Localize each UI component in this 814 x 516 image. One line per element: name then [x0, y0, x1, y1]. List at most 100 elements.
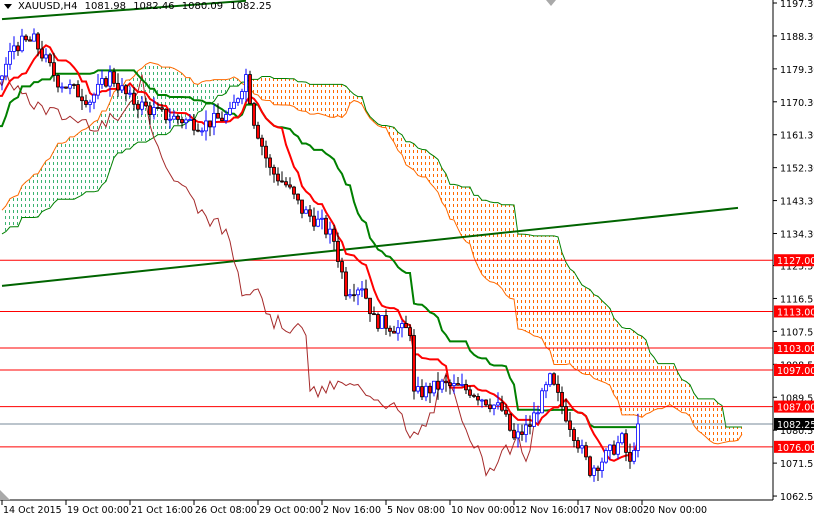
plot-area: [0, 0, 773, 482]
candle-body: [264, 145, 268, 159]
bearish-candle: [40, 40, 44, 62]
candle-body: [424, 385, 428, 398]
bearish-candle: [528, 415, 532, 435]
cloud-segment-bearish: [274, 78, 278, 105]
candle-body: [32, 33, 36, 42]
candle-body: [568, 420, 572, 430]
candle-body: [604, 450, 608, 463]
bearish-candle: [596, 465, 600, 481]
cloud-segment-bearish: [406, 141, 410, 168]
cloud-segment-bullish: [66, 136, 70, 200]
time-tick-label: 26 Oct 08:00: [195, 505, 257, 516]
bullish-candle: [616, 435, 620, 459]
candle-body: [584, 445, 588, 458]
bullish-candle: [228, 101, 232, 117]
candle-body: [596, 467, 600, 471]
cloud-segment-bearish: [542, 235, 546, 347]
chart-shift-marker-icon[interactable]: [546, 0, 556, 6]
cloud-segment-bullish: [14, 195, 18, 227]
bearish-candle: [468, 385, 472, 399]
candle-body: [344, 271, 348, 297]
scroll-shift-marker-icon[interactable]: [0, 490, 10, 500]
candle-body: [400, 323, 404, 329]
bearish-candle: [520, 424, 524, 441]
cloud-segment-bearish: [566, 262, 570, 365]
candle-body: [524, 424, 528, 435]
candle-body: [88, 101, 92, 105]
candle-body: [392, 330, 396, 334]
candle-body: [244, 74, 248, 92]
bullish-candle: [92, 92, 96, 110]
bearish-candle: [276, 167, 280, 186]
cloud-segment-bearish: [622, 327, 626, 415]
level-price-label: 1087.00: [777, 403, 814, 414]
bearish-candle: [428, 382, 432, 404]
candle-body: [580, 445, 584, 449]
bearish-candle: [568, 411, 572, 437]
dropdown-triangle-icon[interactable]: [4, 3, 12, 9]
cloud-segment-bullish: [198, 81, 202, 113]
cloud-segment-bearish: [430, 153, 434, 188]
candle-body: [48, 54, 52, 64]
cloud-segment-bullish: [42, 160, 46, 212]
cloud-segment-bearish: [474, 195, 478, 267]
cloud-segment-bearish: [718, 403, 722, 444]
bearish-candle: [572, 427, 576, 448]
cloud-segment-bullish: [30, 174, 34, 218]
candle-body: [504, 409, 508, 415]
level-price-label: 1076.00: [777, 443, 814, 454]
price-tick-label: 1152.30: [780, 164, 814, 175]
bullish-candle: [548, 372, 552, 388]
candle-body: [340, 261, 344, 273]
time-tick-label: 19 Oct 00:00: [67, 505, 129, 516]
candle-body: [516, 431, 520, 439]
candle-body: [168, 118, 172, 121]
cloud-segment-bearish: [418, 148, 422, 177]
price-tick-label: 1197.30: [780, 0, 814, 10]
bullish-candle: [636, 413, 640, 458]
bullish-candle: [540, 387, 544, 414]
bullish-candle: [244, 68, 248, 102]
cloud-segment-bearish: [606, 304, 610, 386]
bullish-candle: [60, 82, 64, 93]
candle-body: [68, 84, 72, 89]
cloud-segment-bearish: [322, 84, 326, 116]
bullish-candle: [88, 99, 92, 113]
bullish-candle: [316, 210, 320, 228]
candle-body: [592, 467, 596, 476]
cloud-segment-bearish: [590, 289, 594, 379]
cloud-segment-bearish: [318, 84, 322, 115]
candle-body: [480, 399, 484, 402]
candle-body: [412, 335, 416, 392]
time-tick-label: 17 Nov 08:00: [579, 505, 643, 516]
bearish-candle: [552, 372, 556, 386]
candle-body: [312, 215, 316, 227]
candle-body: [172, 115, 176, 120]
bearish-candle: [488, 398, 492, 413]
candle-body: [396, 327, 400, 334]
cloud-segment-bearish: [630, 328, 634, 415]
cloud-segment-bearish: [710, 398, 714, 444]
bullish-candle: [232, 94, 236, 109]
price-chart[interactable]: 1197.30 1188.30 1179.30 1170.30 1161.30 1152.…: [0, 0, 814, 516]
candle-body: [176, 115, 180, 120]
cloud-segment-bearish: [330, 84, 334, 118]
candle-body: [472, 394, 476, 397]
bearish-candle: [584, 441, 588, 461]
cloud-segment-bearish: [530, 234, 534, 336]
bullish-candle: [532, 402, 536, 427]
candle-body: [336, 240, 340, 262]
candle-body: [612, 444, 616, 455]
cloud-segment-bearish: [578, 278, 582, 374]
cloud-segment-bearish: [338, 84, 342, 118]
bearish-candle: [508, 413, 512, 432]
bearish-candle: [256, 121, 260, 140]
cloud-segment-bearish: [326, 84, 330, 118]
cloud-segment-bearish: [290, 78, 294, 107]
candle-body: [468, 389, 472, 396]
bearish-candle: [368, 297, 372, 322]
cloud-segment-bearish: [654, 357, 658, 411]
cloud-segment-bearish: [490, 201, 494, 283]
time-tick-label: 12 Nov 16:00: [515, 505, 579, 516]
bullish-candle: [592, 465, 596, 482]
